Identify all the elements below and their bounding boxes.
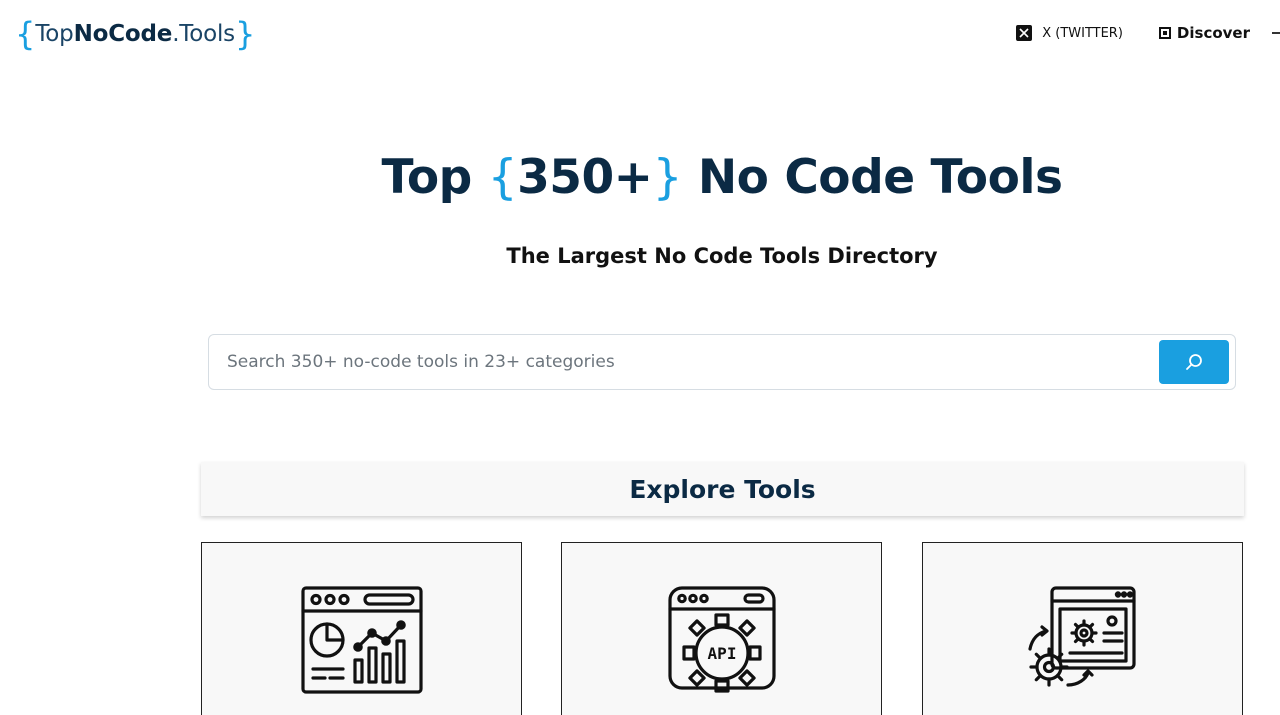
analytics-dashboard-icon <box>300 586 423 694</box>
nav-overflow-indicator <box>1272 32 1280 34</box>
logo-brace-close: } <box>234 15 256 53</box>
logo-text-nocode: NoCode <box>73 21 173 47</box>
nav-twitter-label: X (TWITTER) <box>1042 25 1123 41</box>
site-logo[interactable]: { Top NoCode .Tools } <box>15 16 255 52</box>
nav-twitter-link[interactable]: X (TWITTER) <box>1016 25 1123 41</box>
hero-subtitle: The Largest No Code Tools Directory <box>506 244 938 268</box>
explore-tools-header: Explore Tools <box>201 462 1244 516</box>
nav-discover-link[interactable]: Discover <box>1158 24 1250 42</box>
title-brace-open: { <box>487 150 518 205</box>
tool-category-card[interactable] <box>201 542 522 715</box>
api-gear-icon: API <box>667 586 776 693</box>
top-nav: X (TWITTER) Discover <box>1016 24 1280 42</box>
logo-text-top: Top <box>35 21 74 47</box>
discover-icon <box>1158 27 1171 39</box>
explore-heading: Explore Tools <box>629 474 816 504</box>
svg-text:API: API <box>707 644 736 663</box>
logo-text-tools: .Tools <box>172 21 235 47</box>
logo-brace-open: { <box>15 15 36 53</box>
search-icon <box>1186 354 1202 370</box>
x-twitter-icon <box>1016 25 1033 41</box>
search-input[interactable] <box>227 335 1147 389</box>
site-header: { Top NoCode .Tools } X (TWITTER) Discov… <box>0 0 1280 72</box>
search-button[interactable] <box>1159 340 1229 384</box>
nav-discover-label: Discover <box>1176 24 1250 42</box>
tool-category-card[interactable]: API <box>561 542 882 715</box>
tool-count: 350+ <box>517 150 653 205</box>
search-bar <box>208 334 1236 390</box>
tool-category-card[interactable] <box>922 542 1243 715</box>
hero-title: Top {350+} No Code Tools <box>381 150 1063 205</box>
automation-settings-icon <box>1027 586 1136 687</box>
title-brace-close: } <box>652 150 683 205</box>
